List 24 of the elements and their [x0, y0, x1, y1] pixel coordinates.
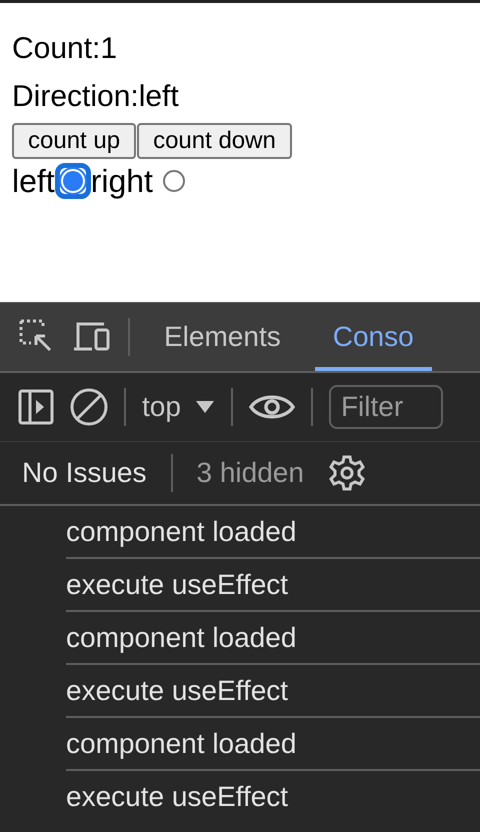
count-text: Count:1	[12, 31, 118, 67]
console-message: component loaded	[66, 506, 480, 559]
console-message: component loaded	[66, 612, 480, 665]
direction-text: Direction:left	[12, 79, 180, 115]
devtools-tab[interactable]: Elements	[146, 303, 299, 371]
dropdown-arrow-icon	[194, 400, 215, 414]
console-message: execute useEffect	[66, 665, 480, 718]
clear-icon[interactable]	[70, 388, 108, 426]
hidden-count[interactable]: 3 hidden	[196, 457, 304, 489]
settings-icon[interactable]	[328, 454, 366, 492]
radio-button[interactable]	[54, 163, 91, 199]
filter-field[interactable]: Filter	[328, 385, 443, 429]
console-message: execute useEffect	[66, 559, 480, 612]
radio-label: left	[12, 162, 55, 201]
sidebar-toggle-icon[interactable]	[18, 389, 54, 425]
context-dropdown[interactable]: top	[142, 391, 215, 423]
count-button[interactable]: count up	[12, 123, 136, 159]
devtools-tab[interactable]: Conso	[314, 303, 432, 371]
console-message: component loaded	[66, 718, 480, 771]
count-button[interactable]: count down	[137, 123, 292, 159]
radio-button[interactable]	[162, 170, 185, 192]
console-message: execute useEffect	[66, 780, 290, 814]
radio-label: right	[90, 162, 153, 201]
issues-text: No Issues	[22, 457, 146, 489]
